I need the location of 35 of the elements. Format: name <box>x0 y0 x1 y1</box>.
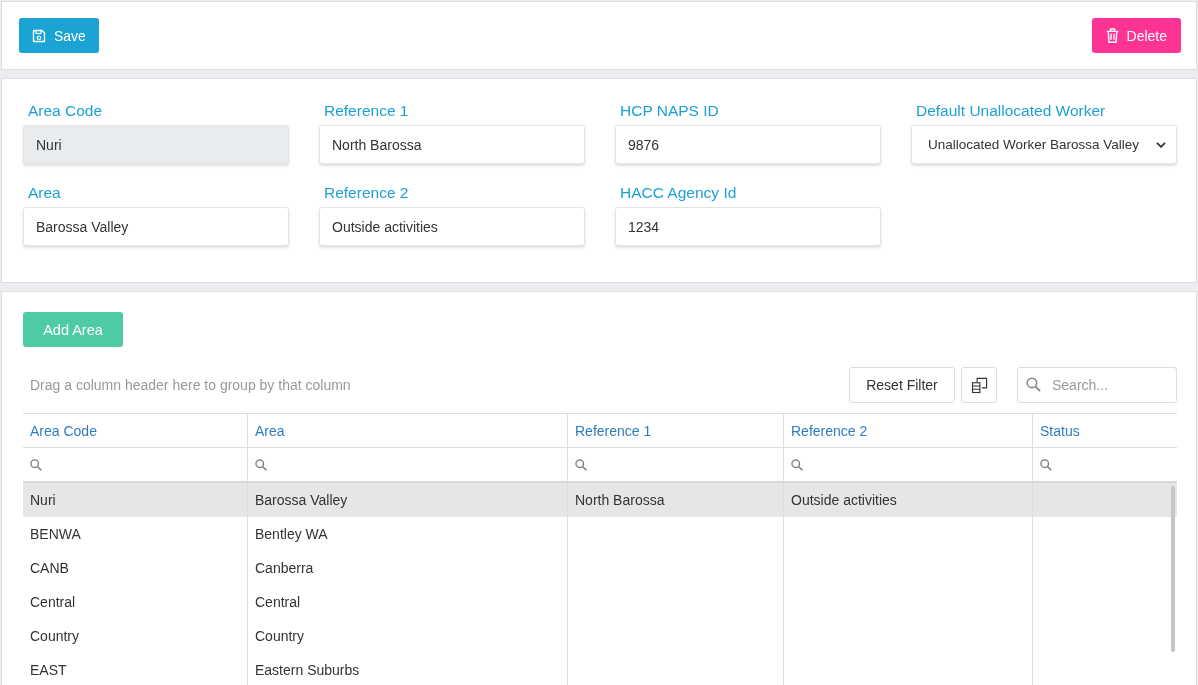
overlapping-rectangles-icon <box>970 376 988 394</box>
trash-icon <box>1105 28 1119 43</box>
reset-filter-button[interactable]: Reset Filter <box>849 367 955 403</box>
search-icon <box>255 458 267 471</box>
field-label: Area <box>28 183 61 203</box>
group-panel-hint: Drag a column header here to group by that column <box>30 377 351 393</box>
scrollbar[interactable] <box>1171 486 1175 652</box>
field-label: Area Code <box>28 101 103 121</box>
search-icon <box>1040 458 1052 471</box>
text-field[interactable]: 9876 <box>615 125 881 164</box>
table-cell: EAST <box>23 653 248 685</box>
search-icon <box>30 458 42 471</box>
field-label: Default Unallocated Worker <box>916 101 1106 121</box>
field-label: HACC Agency Id <box>620 183 737 203</box>
search-field[interactable]: Search... <box>1017 367 1177 403</box>
search-icon <box>791 458 803 471</box>
column-header[interactable]: Status <box>1033 414 1177 447</box>
search-icon <box>575 458 587 471</box>
table-row[interactable]: Nuri Barossa Valley North Barossa Outside activities <box>23 483 1177 517</box>
text-field[interactable]: North Barossa <box>319 125 585 164</box>
table-cell: Eastern Suburbs <box>248 653 568 685</box>
text-field[interactable]: 1234 <box>615 207 881 246</box>
column-header[interactable]: Reference 2 <box>784 414 1033 447</box>
dropdown[interactable]: Unallocated Worker Barossa Valley <box>911 125 1177 164</box>
text-field[interactable]: Outside activities <box>319 207 585 246</box>
column-chooser-button[interactable] <box>961 367 997 403</box>
column-header[interactable]: Area <box>248 414 568 447</box>
text-field[interactable]: Barossa Valley <box>23 207 289 246</box>
search-icon <box>1026 377 1041 392</box>
column-header[interactable]: Area Code <box>23 414 248 447</box>
field-label: HCP NAPS ID <box>620 101 719 121</box>
chevron-down-icon <box>1156 141 1166 148</box>
field-label: Reference 2 <box>324 183 409 203</box>
field-label: Reference 1 <box>324 101 409 121</box>
column-header[interactable]: Reference 1 <box>568 414 784 447</box>
